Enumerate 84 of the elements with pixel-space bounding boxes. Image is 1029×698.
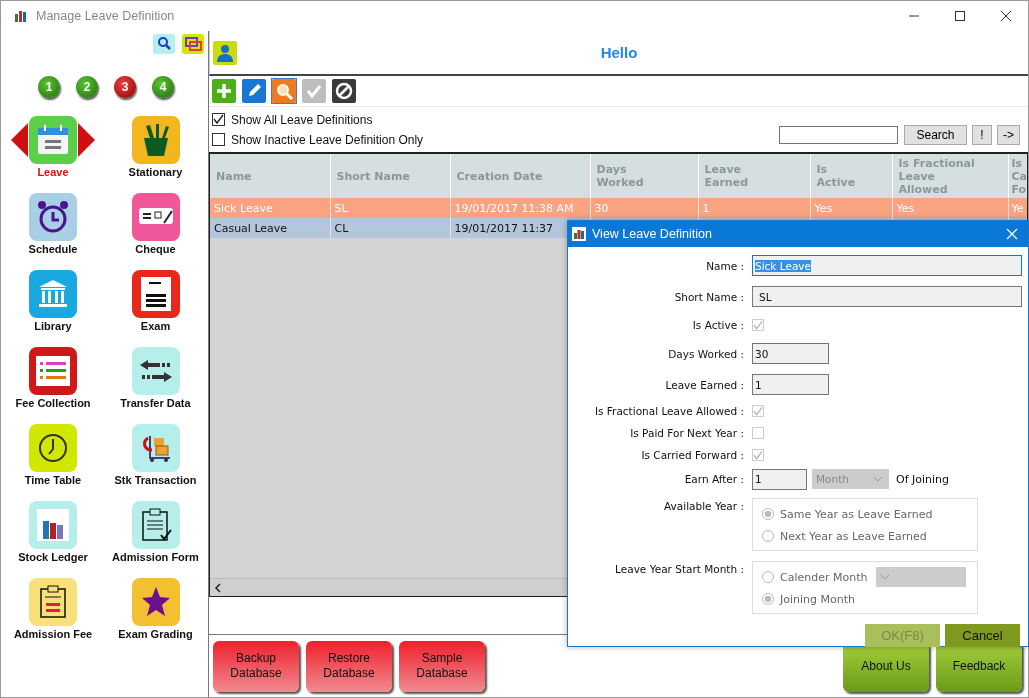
module-tile[interactable]: Transfer Data [105, 347, 206, 424]
chevron-down-icon [873, 476, 883, 482]
module-tile[interactable]: Admission Fee [1, 578, 105, 655]
calendar-icon [29, 116, 77, 164]
building-icon [29, 270, 77, 318]
chevron-down-icon [880, 574, 891, 580]
module-tile[interactable]: Schedule [1, 193, 105, 270]
checkbox-label[interactable]: Show Inactive Leave Definition Only [231, 132, 424, 147]
module-tile[interactable]: Stock Ledger [1, 501, 105, 578]
module-tile[interactable]: Admission Form [105, 501, 206, 578]
field-label: Leave Earned : [664, 378, 744, 391]
table-cell[interactable]: CL [330, 218, 450, 238]
check-icon [213, 114, 224, 125]
database-button[interactable]: Backup Database [213, 640, 299, 692]
toolbar-button[interactable] [331, 78, 357, 104]
field-label: Days Worked : [667, 347, 744, 360]
ban-icon [332, 79, 356, 103]
right-arrow-icon [78, 123, 95, 157]
input-field[interactable]: 1 [752, 374, 829, 395]
module-tile[interactable]: Fee Collection [1, 347, 105, 424]
module-tile[interactable]: Stationary [105, 116, 206, 193]
field-label: Short Name : [673, 290, 744, 303]
windows-icon[interactable] [182, 34, 204, 54]
field-label: Is Paid For Next Year : [629, 427, 744, 439]
plant-pot-icon [131, 116, 180, 164]
module-tile[interactable]: Stk Transaction [105, 424, 206, 501]
left-arrow-icon [11, 123, 28, 157]
maximize-icon[interactable] [954, 10, 966, 22]
field-label: Available Year : [663, 499, 744, 512]
input-field[interactable]: SL [752, 286, 1022, 307]
field-label: Is Fractional Leave Allowed : [593, 405, 744, 417]
database-button[interactable]: Restore Database [306, 640, 392, 692]
checkbox-label[interactable]: Show All Leave Definitions [231, 112, 373, 127]
checkbox[interactable] [212, 113, 225, 126]
checkbox[interactable] [212, 133, 225, 146]
field-label: Of Joining [896, 472, 950, 486]
bar-chart-icon [29, 501, 77, 549]
document-icon [131, 270, 180, 318]
search-icon [272, 79, 296, 103]
add-icon [212, 79, 236, 103]
module-tile[interactable]: Exam [105, 270, 206, 347]
trolley-icon [131, 424, 180, 472]
module-tile[interactable]: Cheque [105, 193, 206, 270]
field-label: Earn After : [683, 473, 744, 485]
app-logo-icon [572, 227, 586, 241]
app-logo-icon [14, 10, 28, 22]
pencil-icon [242, 79, 266, 103]
list-icon [29, 347, 77, 395]
clipboard-icon [131, 501, 180, 549]
module-tile[interactable]: Leave [1, 116, 105, 193]
input-field[interactable]: 30 [752, 343, 829, 364]
field-label: Name : [705, 259, 744, 272]
input-field[interactable]: Sick Leave [752, 255, 1022, 276]
toolbar-button[interactable]: ! [972, 124, 992, 145]
module-tile[interactable]: Time Table [1, 424, 105, 501]
input-field[interactable]: 1 [752, 468, 807, 490]
field-label: Is Carried Forward : [640, 449, 744, 461]
check-icon [753, 449, 763, 461]
search-field[interactable] [779, 125, 898, 144]
clipboard-icon [29, 578, 77, 626]
alarm-clock-icon [29, 193, 77, 241]
check-icon [753, 405, 763, 417]
dialog-title: View Leave Definition [592, 227, 712, 241]
table-cell[interactable]: Casual Leave [210, 218, 330, 238]
dialog-button[interactable]: Cancel [945, 624, 1020, 647]
field-label: Is Active : [691, 319, 744, 331]
clock-icon [29, 424, 77, 472]
page-button[interactable]: 3 [114, 76, 136, 98]
close-icon[interactable] [1000, 10, 1012, 22]
user-icon[interactable] [213, 40, 237, 65]
module-tile[interactable]: Library [1, 270, 105, 347]
greeting: Hello [600, 44, 638, 61]
database-button[interactable]: Sample Database [399, 640, 485, 692]
search-button[interactable]: Search [904, 124, 967, 145]
field-label: Leave Year Start Month : [614, 562, 744, 575]
check-icon [753, 319, 763, 331]
window-title: Manage Leave Definition [36, 9, 175, 23]
chevron-left-icon[interactable] [214, 582, 222, 593]
arrows-icon [131, 347, 180, 395]
module-tile[interactable]: Exam Grading [105, 578, 206, 655]
check-icon [302, 79, 326, 103]
toolbar-button[interactable]: -> [997, 124, 1020, 145]
search-icon[interactable] [153, 34, 175, 54]
cheque-icon [131, 193, 180, 241]
